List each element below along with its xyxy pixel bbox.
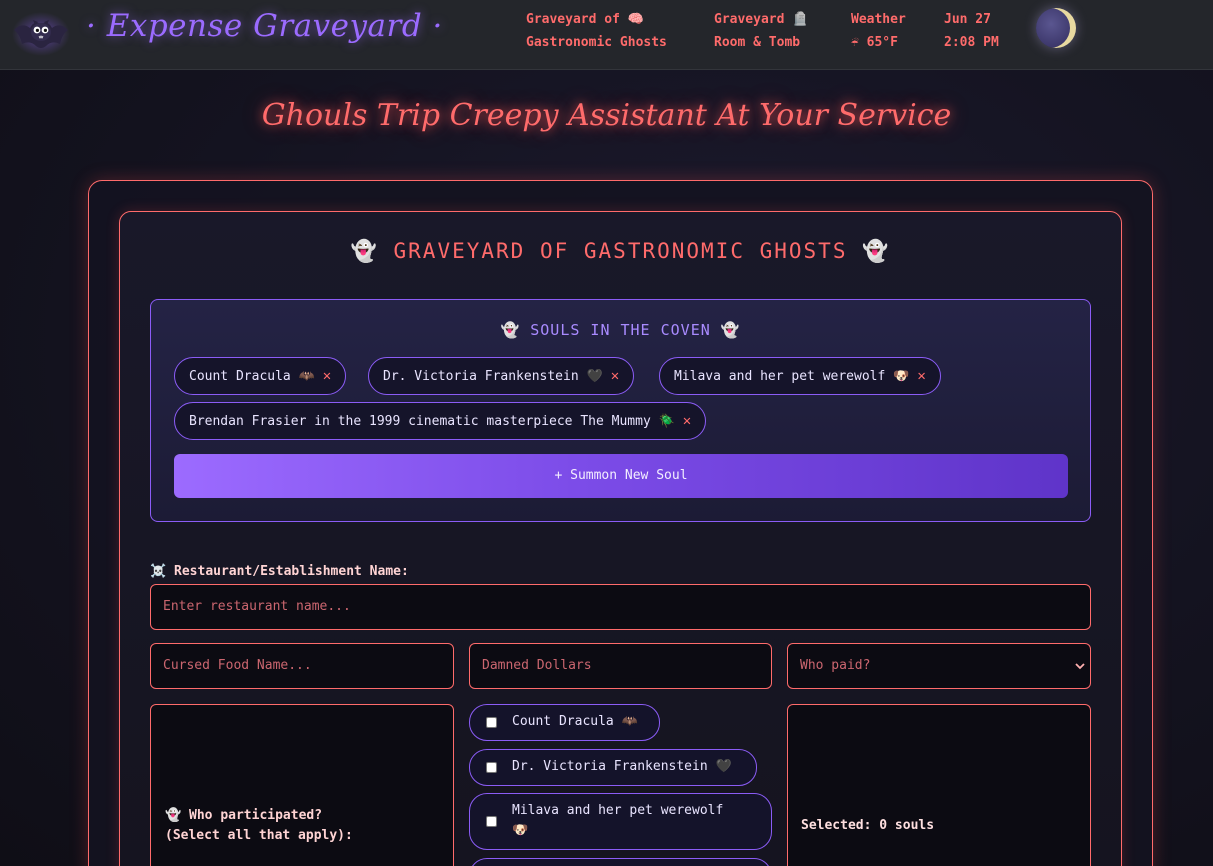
participant-option-victoria-frankenstein[interactable]: Dr. Victoria Frankenstein 🖤 [469,749,757,786]
weather-widget: Weather ☔ 65°F [851,8,906,54]
remove-soul-icon[interactable]: ✕ [611,368,619,384]
top-nav-bar: · Expense Graveyard · Graveyard of 🧠 Gas… [0,0,1213,70]
participants-label: 👻 Who participated? (Select all that app… [165,806,353,846]
payer-select[interactable]: Who paid? [787,643,1091,689]
weather-label: Weather [851,12,906,27]
participant-option-milava[interactable]: Milava and her pet werewolf 🐶 [469,793,772,850]
participants-label-line2: (Select all that apply): [165,828,353,843]
participant-option-label-line2: 🐶 [512,823,529,838]
soul-chip-label: Dr. Victoria Frankenstein 🖤 [383,369,603,384]
restaurant-label: ☠️ Restaurant/Establishment Name: [150,564,409,579]
datetime-widget: Jun 27 2:08 PM [944,8,999,54]
nav-link-line2: Room & Tomb [714,35,801,50]
bat-logo-icon[interactable] [12,10,70,56]
soul-chip-label: Milava and her pet werewolf 🐶 [674,369,910,384]
participant-option-count-dracula[interactable]: Count Dracula 🦇 [469,704,660,741]
remove-soul-icon[interactable]: ✕ [323,368,331,384]
participant-option-brendan-frasier[interactable] [469,858,772,866]
remove-soul-icon[interactable]: ✕ [917,368,925,384]
remove-soul-icon[interactable]: ✕ [683,413,691,429]
participants-label-line1: 👻 Who participated? [165,808,323,823]
time-text: 2:08 PM [944,35,999,50]
coven-title: 👻 SOULS IN THE COVEN 👻 [500,321,741,339]
participant-checkbox[interactable] [486,816,497,827]
brand-title[interactable]: · Expense Graveyard · [86,8,443,44]
soul-chip-milava[interactable]: Milava and her pet werewolf 🐶 ✕ [659,357,941,395]
selected-souls-count: Selected: 0 souls [801,818,935,833]
payer-selected-value: Who paid? [800,658,871,673]
date-text: Jun 27 [944,12,991,27]
restaurant-placeholder: Enter restaurant name... [163,599,351,614]
nav-link-line1: Graveyard of 🧠 [526,12,644,27]
food-placeholder: Cursed Food Name... [163,658,312,673]
nav-link-gastronomic-ghosts[interactable]: Graveyard of 🧠 Gastronomic Ghosts [526,8,667,54]
soul-chip-label: Count Dracula 🦇 [189,369,315,384]
participant-checkbox[interactable] [486,717,497,728]
chevron-down-icon [1075,663,1085,670]
participant-option-label: Count Dracula 🦇 [512,714,638,729]
participant-option-label: Dr. Victoria Frankenstein 🖤 [512,759,732,774]
soul-chip-count-dracula[interactable]: Count Dracula 🦇 ✕ [174,357,347,395]
soul-chip-victoria-frankenstein[interactable]: Dr. Victoria Frankenstein 🖤 ✕ [368,357,635,395]
hero-title: Ghouls Trip Creepy Assistant At Your Ser… [261,98,952,133]
nav-link-line1: Graveyard 🪦 [714,12,809,27]
soul-chip-brendan-frasier[interactable]: Brendan Frasier in the 1999 cinematic ma… [174,402,707,440]
nav-link-room-and-tomb[interactable]: Graveyard 🪦 Room & Tomb [714,8,808,54]
weather-value: ☔ 65°F [851,35,898,50]
restaurant-name-input[interactable]: Enter restaurant name... [150,584,1091,630]
amount-placeholder: Damned Dollars [482,658,592,673]
nav-link-line2: Gastronomic Ghosts [526,35,667,50]
amount-input[interactable]: Damned Dollars [469,643,772,689]
participant-checkbox[interactable] [486,762,497,773]
summon-new-soul-button[interactable]: + Summon New Soul [174,454,1068,498]
participant-option-label: Milava and her pet werewolf [512,803,724,818]
section-title: 👻 GRAVEYARD OF GASTRONOMIC GHOSTS 👻 [350,239,891,263]
soul-chip-label: Brendan Frasier in the 1999 cinematic ma… [189,414,675,429]
food-name-input[interactable]: Cursed Food Name... [150,643,454,689]
selected-souls-box [787,704,1091,866]
moon-icon [1036,8,1076,48]
